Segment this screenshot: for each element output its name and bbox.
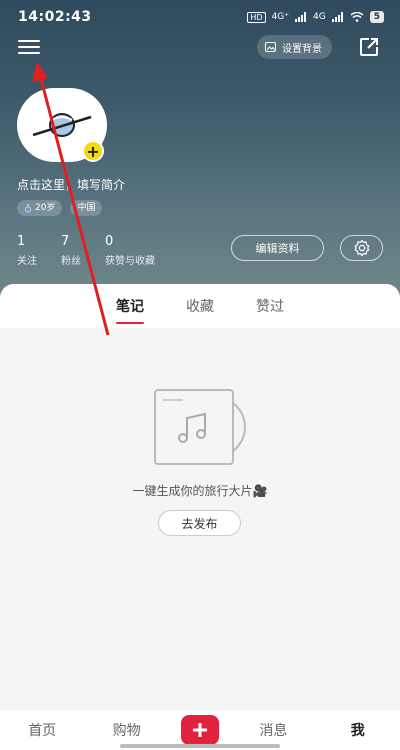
signal-bars-icon (331, 12, 343, 22)
nav-home[interactable]: 首页 (12, 720, 72, 740)
signal-bars-icon (295, 12, 307, 22)
planet-icon (32, 113, 92, 137)
tab-liked[interactable]: 赞过 (254, 292, 286, 320)
stat-value: 7 (61, 234, 70, 249)
nav-me[interactable]: 我 (328, 720, 388, 740)
home-indicator (120, 744, 280, 748)
status-bar: 14:02:43 HD 4G⁺ 4G 5 (18, 6, 384, 28)
status-icons: HD 4G⁺ 4G 5 (247, 11, 384, 23)
set-background-label: 设置背景 (282, 43, 322, 55)
stat-label: 关注 (17, 256, 37, 267)
bio-prompt[interactable]: 点击这里，填写简介 (17, 176, 125, 193)
gender-icon (24, 203, 32, 213)
settings-button[interactable] (340, 235, 383, 261)
edit-profile-button[interactable]: 编辑资料 (231, 235, 324, 261)
age-tag[interactable]: 20岁 (17, 200, 63, 216)
add-avatar-icon[interactable]: + (82, 140, 104, 162)
menu-icon[interactable] (18, 36, 42, 58)
profile-stats: 1 关注 7 粉丝 0 获赞与收藏 (17, 234, 155, 267)
publish-button[interactable]: 去发布 (158, 510, 241, 536)
content-area: 笔记 收藏 赞过 一键生成你的旅行大片🎥 去发布 (0, 284, 400, 709)
stat-value: 0 (105, 234, 114, 249)
region-tag[interactable]: 中国 (70, 200, 103, 216)
profile-header: 14:02:43 HD 4G⁺ 4G 5 设置背景 + 点击这里，填写简介 20… (0, 0, 400, 300)
stat-following[interactable]: 1 关注 (17, 234, 37, 267)
image-icon (265, 42, 276, 52)
age-label: 20岁 (35, 203, 56, 213)
plus-icon (192, 723, 207, 737)
profile-tabs: 笔记 收藏 赞过 (0, 284, 400, 328)
status-time: 14:02:43 (18, 9, 92, 25)
stat-value: 1 (17, 234, 26, 249)
signal-4g-label: 4G (313, 12, 326, 22)
wifi-icon (350, 12, 364, 22)
create-post-button[interactable] (180, 715, 219, 745)
gear-icon (354, 239, 369, 257)
region-label: 中国 (77, 203, 96, 213)
hd-icon: HD (247, 11, 266, 23)
music-album-icon (154, 389, 247, 465)
nav-messages[interactable]: 消息 (243, 720, 303, 740)
stat-label: 粉丝 (61, 256, 81, 267)
tab-collections[interactable]: 收藏 (184, 292, 216, 320)
empty-state-message: 一键生成你的旅行大片🎥 (132, 484, 268, 498)
signal-4g-plus-label: 4G⁺ (271, 12, 290, 22)
stat-followers[interactable]: 7 粉丝 (61, 234, 81, 267)
tab-notes[interactable]: 笔记 (114, 292, 146, 324)
nav-shop[interactable]: 购物 (97, 720, 157, 740)
battery-indicator: 5 (369, 11, 384, 23)
set-background-button[interactable]: 设置背景 (257, 35, 332, 59)
stat-likes-collects[interactable]: 0 获赞与收藏 (105, 234, 155, 267)
profile-tags: 20岁 中国 (17, 200, 103, 216)
stat-label: 获赞与收藏 (105, 256, 155, 267)
share-icon[interactable] (358, 36, 380, 58)
